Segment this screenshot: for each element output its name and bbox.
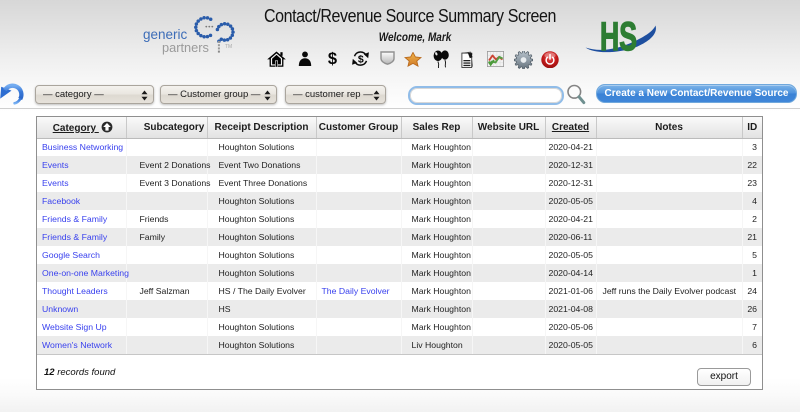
svg-text:$: $	[357, 53, 363, 65]
svg-text:HS: HS	[600, 15, 637, 59]
